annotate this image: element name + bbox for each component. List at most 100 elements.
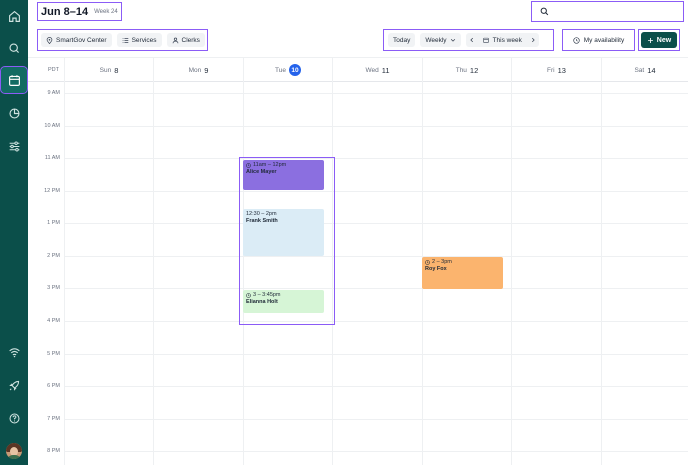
search-icon	[540, 7, 549, 16]
hour-label: 10 AM	[44, 123, 60, 129]
week-number: Week 24	[94, 8, 118, 15]
hour-line	[64, 386, 688, 387]
hour-line	[64, 93, 688, 94]
hour-label: 3 PM	[47, 285, 60, 291]
hour-label: 5 PM	[47, 351, 60, 357]
day-name: Sat	[634, 66, 645, 74]
sidebar	[0, 0, 28, 465]
calendar-app: Jun 8–14 Week 24 SmartGov Center Service…	[0, 0, 688, 465]
day-name: Tue	[275, 66, 286, 74]
day-name: Fri	[547, 66, 555, 74]
day-name: Wed	[365, 66, 379, 74]
event-time: 12:30 – 2pm	[246, 211, 277, 217]
hour-line	[64, 223, 688, 224]
day-header-thu[interactable]: Thu 12	[422, 58, 511, 82]
clock-icon	[246, 162, 251, 168]
launch-nav-button[interactable]	[2, 373, 26, 397]
day-number: 14	[647, 65, 656, 75]
sliders-icon	[9, 141, 19, 151]
search-bar[interactable]	[531, 1, 684, 22]
filter-location[interactable]: SmartGov Center	[41, 33, 112, 47]
event-alice-mayer[interactable]: 11am – 12pm Alice Mayer	[243, 160, 324, 190]
filter-services[interactable]: Services	[116, 33, 162, 47]
day-header-tue[interactable]: Tue 10	[243, 58, 332, 82]
hour-label: 2 PM	[47, 253, 60, 259]
event-elianna-holt[interactable]: 3 – 3:45pm Elianna Holt	[243, 290, 324, 313]
event-time: 11am – 12pm	[253, 162, 287, 168]
calendar-navigation: Today Weekly This week	[383, 29, 554, 51]
messages-nav-button[interactable]	[2, 36, 26, 60]
settings-nav-button[interactable]	[2, 134, 26, 158]
hour-line	[64, 256, 688, 257]
event-person: Alice Mayer	[246, 169, 277, 175]
filter-clerks-label: Clerks	[181, 36, 200, 44]
avatar[interactable]	[6, 443, 22, 459]
day-number: 13	[557, 65, 566, 75]
hour-line	[64, 354, 688, 355]
page-title-group: Jun 8–14 Week 24	[37, 2, 122, 21]
chevron-down-icon	[450, 38, 455, 42]
day-header-wed[interactable]: Wed 11	[332, 58, 422, 82]
day-header-sat[interactable]: Sat 14	[601, 58, 688, 82]
hour-line	[64, 191, 688, 192]
day-header-fri[interactable]: Fri 13	[511, 58, 601, 82]
day-number: 11	[381, 65, 390, 75]
chevron-right-icon[interactable]	[530, 37, 536, 43]
reports-nav-button[interactable]	[2, 101, 26, 125]
event-person: Elianna Holt	[246, 299, 278, 305]
hour-label: 9 AM	[47, 90, 60, 96]
connection-nav-button[interactable]	[2, 340, 26, 364]
hour-line	[64, 158, 688, 159]
event-roy-fox[interactable]: 2 – 3pm Roy Fox	[422, 257, 503, 289]
day-header-row: PDT Sun 8 Mon 9 Tue 10 Wed 11 Thu 12 Fri 13 Sa…	[28, 57, 688, 82]
filter-clerks[interactable]: Clerks	[166, 33, 205, 47]
help-icon	[9, 413, 19, 423]
calendar-nav-button[interactable]	[0, 66, 28, 94]
clock-icon	[573, 36, 580, 44]
column-divider	[64, 82, 65, 465]
person-icon	[172, 37, 178, 43]
calendar-icon	[8, 74, 20, 86]
clock-icon	[246, 292, 251, 298]
help-nav-button[interactable]	[2, 406, 26, 430]
day-number-today: 10	[288, 64, 301, 76]
hour-line	[64, 126, 688, 127]
time-grid[interactable]: 9 AM 10 AM 11 AM 12 PM 1 PM 2 PM 3 PM 4 …	[28, 82, 688, 465]
view-select-label: Weekly	[425, 36, 447, 44]
filter-services-label: Services	[131, 36, 157, 44]
column-divider	[153, 82, 154, 465]
today-button[interactable]: Today	[388, 33, 416, 47]
week-range-label[interactable]: This week	[493, 37, 522, 44]
new-button-label: New	[656, 36, 672, 44]
hour-line	[64, 419, 688, 420]
day-name: Thu	[455, 66, 467, 74]
filter-bar: SmartGov Center Services Clerks	[37, 29, 208, 51]
clock-icon	[425, 259, 430, 265]
hour-line	[64, 321, 688, 322]
view-select[interactable]: Weekly	[420, 33, 461, 47]
home-nav-button[interactable]	[2, 4, 26, 28]
hour-label: 11 AM	[44, 155, 60, 161]
search-input[interactable]	[553, 7, 683, 16]
day-number: 12	[469, 65, 479, 75]
day-header-mon[interactable]: Mon 9	[153, 58, 243, 82]
my-availability-button[interactable]: My availability	[562, 29, 635, 51]
day-number: 9	[204, 65, 209, 75]
wifi-icon	[8, 347, 20, 357]
event-time: 2 – 3pm	[432, 259, 452, 265]
day-name: Mon	[188, 66, 202, 74]
event-time: 3 – 3:45pm	[253, 292, 281, 298]
event-frank-smith[interactable]: 12:30 – 2pm Frank Smith	[243, 209, 324, 256]
hour-label: 7 PM	[47, 416, 60, 422]
chevron-left-icon[interactable]	[469, 37, 475, 43]
hour-label: 4 PM	[47, 318, 60, 324]
new-button[interactable]: New	[641, 32, 677, 48]
timezone-label: PDT	[48, 67, 59, 73]
my-availability-label: My availability	[583, 36, 625, 44]
home-icon	[8, 10, 20, 22]
new-button-frame: New	[638, 29, 680, 51]
event-person: Roy Fox	[425, 266, 447, 272]
day-header-sun[interactable]: Sun 8	[64, 58, 153, 82]
hour-label: 6 PM	[47, 383, 60, 389]
event-person: Frank Smith	[246, 218, 278, 224]
